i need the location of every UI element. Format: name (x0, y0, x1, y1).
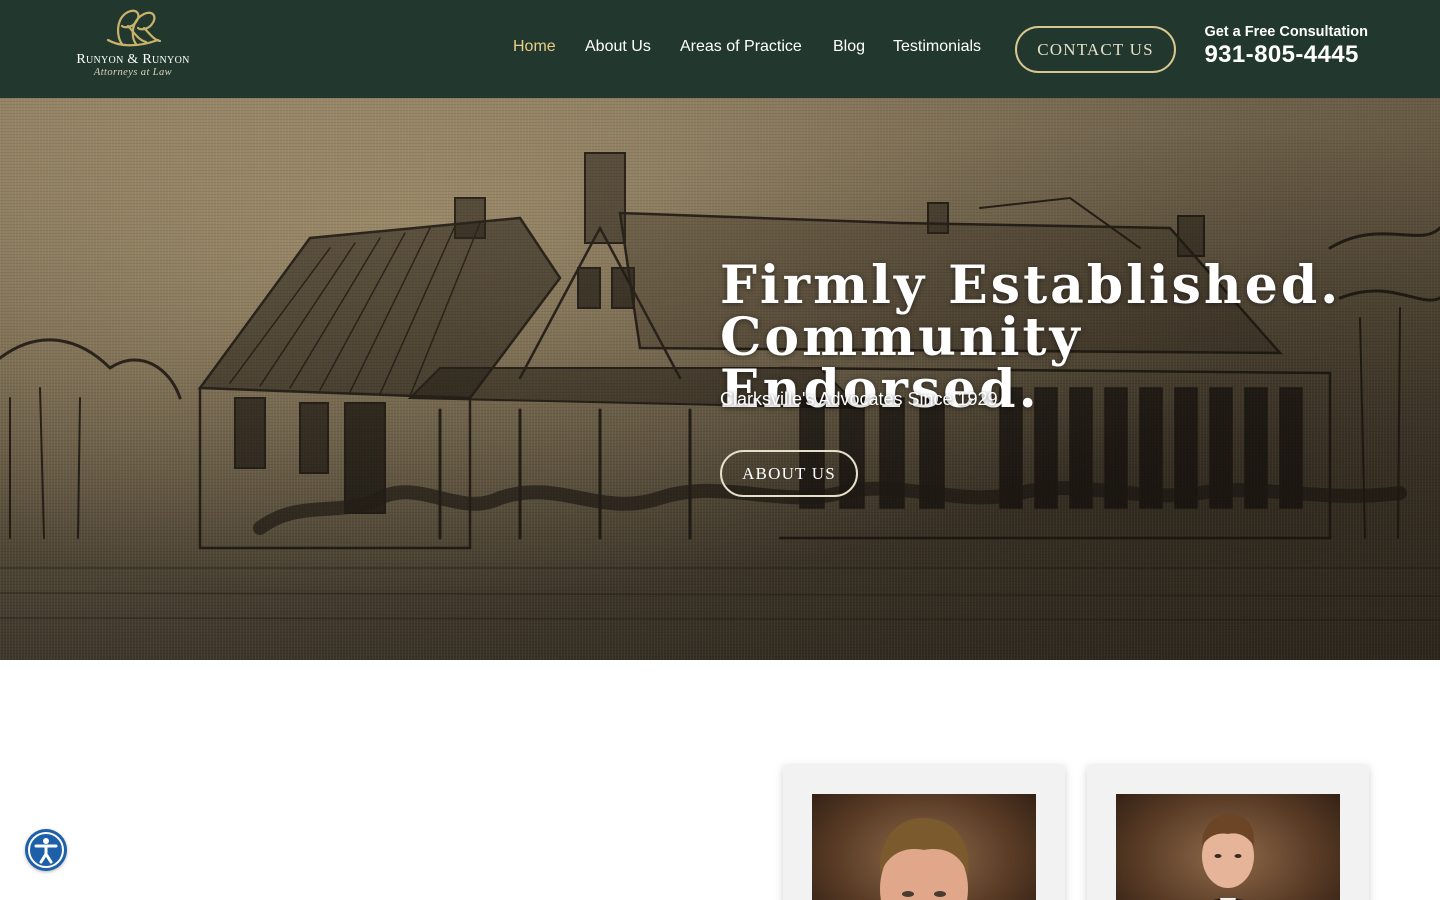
nav-item-areas-of-practice[interactable]: Areas of Practice (680, 38, 802, 56)
main-nav: Home About Us Areas of Practice Blog Tes… (0, 38, 1000, 60)
hero-banner: Firmly Established. Community Endorsed. … (0, 98, 1440, 660)
site-header: Runyon & Runyon Attorneys at Law Home Ab… (0, 0, 1440, 98)
attorney-card[interactable] (1087, 765, 1369, 900)
nav-item-home[interactable]: Home (513, 38, 556, 56)
accessibility-button[interactable] (25, 829, 67, 871)
consultation-block: Get a Free Consultation 931-805-4445 (1204, 24, 1368, 69)
hero-subtitle: Clarksville's Advocates Since 1929 (720, 389, 998, 409)
consultation-label: Get a Free Consultation (1204, 24, 1368, 40)
nav-item-blog[interactable]: Blog (833, 38, 865, 56)
attorney-portrait-image (879, 817, 969, 900)
attorney-photo-1 (812, 794, 1036, 900)
contact-us-button[interactable]: CONTACT US (1015, 26, 1176, 73)
nav-item-about-us[interactable]: About Us (585, 38, 651, 56)
phone-link[interactable]: 931-805-4445 (1204, 41, 1368, 69)
nav-item-testimonials[interactable]: Testimonials (893, 38, 981, 56)
attorney-card[interactable] (783, 765, 1065, 900)
accessibility-icon (28, 832, 64, 868)
hero-title-line-1: Firmly Established. (720, 255, 1342, 316)
attorney-photo-2 (1116, 794, 1340, 900)
logo-tagline: Attorneys at Law (93, 67, 173, 78)
about-us-button[interactable]: ABOUT US (720, 450, 858, 497)
attorney-portrait-image (1202, 814, 1255, 900)
